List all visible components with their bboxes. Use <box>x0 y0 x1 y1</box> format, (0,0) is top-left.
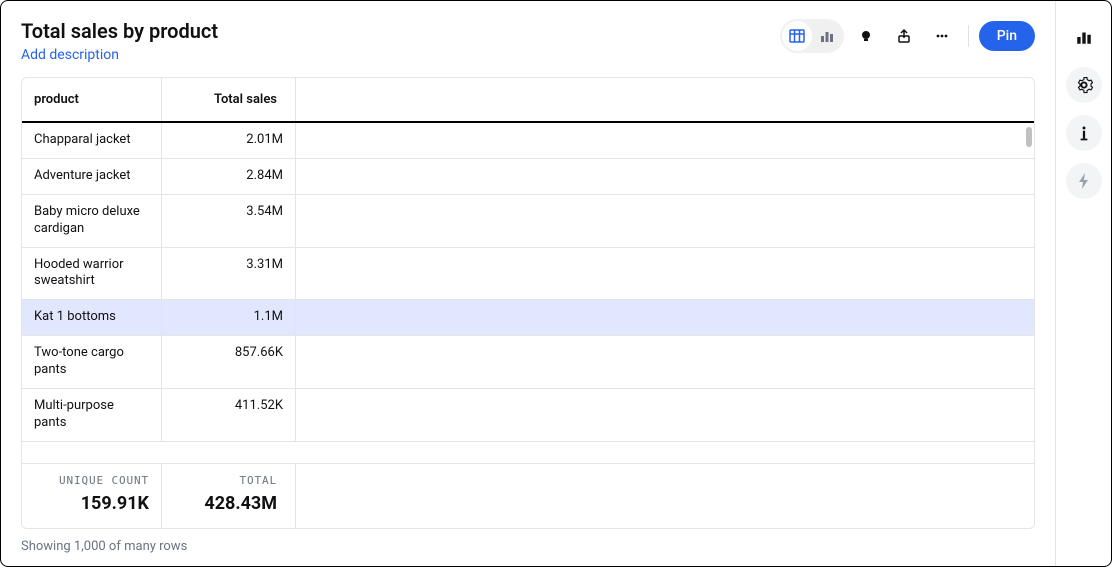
cell-sales: 3.54M <box>162 195 296 247</box>
table-row[interactable]: Multi-purpose pants411.52K <box>22 389 1034 442</box>
table-row[interactable]: Two-tone cargo pants857.66K <box>22 336 1034 389</box>
rail-bolt-button[interactable] <box>1066 163 1102 199</box>
cell-sales: 2.84M <box>162 159 296 194</box>
cell-product: Chapparal jacket <box>22 123 162 158</box>
rail-settings-button[interactable] <box>1066 67 1102 103</box>
share-icon <box>896 28 912 44</box>
cell-rest <box>296 159 1034 194</box>
bolt-icon <box>1076 172 1092 190</box>
share-button[interactable] <box>888 20 920 52</box>
page-title: Total sales by product <box>21 19 218 43</box>
main-panel: Total sales by product Add description <box>1 1 1055 566</box>
scrollbar-thumb[interactable] <box>1026 127 1032 147</box>
table-icon <box>789 28 805 44</box>
side-rail <box>1055 1 1111 566</box>
cell-sales: 2.01M <box>162 123 296 158</box>
footer-text: Showing 1,000 of many rows <box>21 539 1035 554</box>
cell-product: Multi-purpose pants <box>22 389 162 441</box>
table-row[interactable]: Baby micro deluxe cardigan3.54M <box>22 195 1034 248</box>
rail-info-button[interactable] <box>1066 115 1102 151</box>
table-header: product Total sales <box>22 78 1034 123</box>
table-row[interactable]: Chapparal jacket2.01M <box>22 123 1034 159</box>
summary-rest <box>296 464 1034 528</box>
table-row[interactable]: Kat 1 bottoms1.1M <box>22 300 1034 336</box>
header-row: Total sales by product Add description <box>21 19 1035 63</box>
cell-product: Baby micro deluxe cardigan <box>22 195 162 247</box>
summary-product: UNIQUE COUNT 159.91K <box>22 464 162 528</box>
summary-sales: TOTAL 428.43M <box>162 464 296 528</box>
cell-product: Kat 1 bottoms <box>22 300 162 335</box>
column-header-rest <box>296 78 1034 121</box>
table-row[interactable]: Adventure jacket2.84M <box>22 159 1034 195</box>
gear-icon <box>1075 76 1093 94</box>
data-table: product Total sales Chapparal jacket2.01… <box>21 77 1035 529</box>
bar-chart-icon <box>1075 28 1093 46</box>
chart-view-button[interactable] <box>812 21 842 51</box>
insight-button[interactable] <box>850 20 882 52</box>
add-description-link[interactable]: Add description <box>21 47 218 63</box>
cell-rest <box>296 123 1034 158</box>
table-row[interactable]: Hooded warrior sweatshirt3.31M <box>22 248 1034 301</box>
lightbulb-icon <box>858 28 874 44</box>
summary-sales-value: 428.43M <box>174 493 277 514</box>
summary-product-value: 159.91K <box>34 493 149 514</box>
more-button[interactable] <box>926 20 958 52</box>
toolbar: Pin <box>780 19 1035 53</box>
cell-sales: 857.66K <box>162 336 296 388</box>
cell-product: Hooded warrior sweatshirt <box>22 248 162 300</box>
cell-sales: 1.1M <box>162 300 296 335</box>
column-header-product[interactable]: product <box>22 78 162 121</box>
cell-sales: 3.31M <box>162 248 296 300</box>
cell-rest <box>296 389 1034 441</box>
column-header-total-sales[interactable]: Total sales <box>162 78 296 121</box>
bar-chart-icon <box>819 28 835 44</box>
cell-rest <box>296 195 1034 247</box>
view-toggle <box>780 19 844 53</box>
rail-chart-button[interactable] <box>1066 19 1102 55</box>
summary-row: UNIQUE COUNT 159.91K TOTAL 428.43M <box>22 463 1034 528</box>
ellipsis-icon <box>934 28 950 44</box>
summary-sales-label: TOTAL <box>174 474 277 487</box>
info-icon <box>1075 124 1093 142</box>
cell-product: Adventure jacket <box>22 159 162 194</box>
separator <box>968 25 969 47</box>
cell-rest <box>296 300 1034 335</box>
cell-rest <box>296 336 1034 388</box>
cell-sales: 411.52K <box>162 389 296 441</box>
pin-button[interactable]: Pin <box>979 21 1035 51</box>
summary-product-label: UNIQUE COUNT <box>34 474 149 487</box>
title-block: Total sales by product Add description <box>21 19 218 63</box>
table-view-button[interactable] <box>782 21 812 51</box>
cell-rest <box>296 248 1034 300</box>
table-body[interactable]: Chapparal jacket2.01MAdventure jacket2.8… <box>22 123 1034 463</box>
cell-product: Two-tone cargo pants <box>22 336 162 388</box>
